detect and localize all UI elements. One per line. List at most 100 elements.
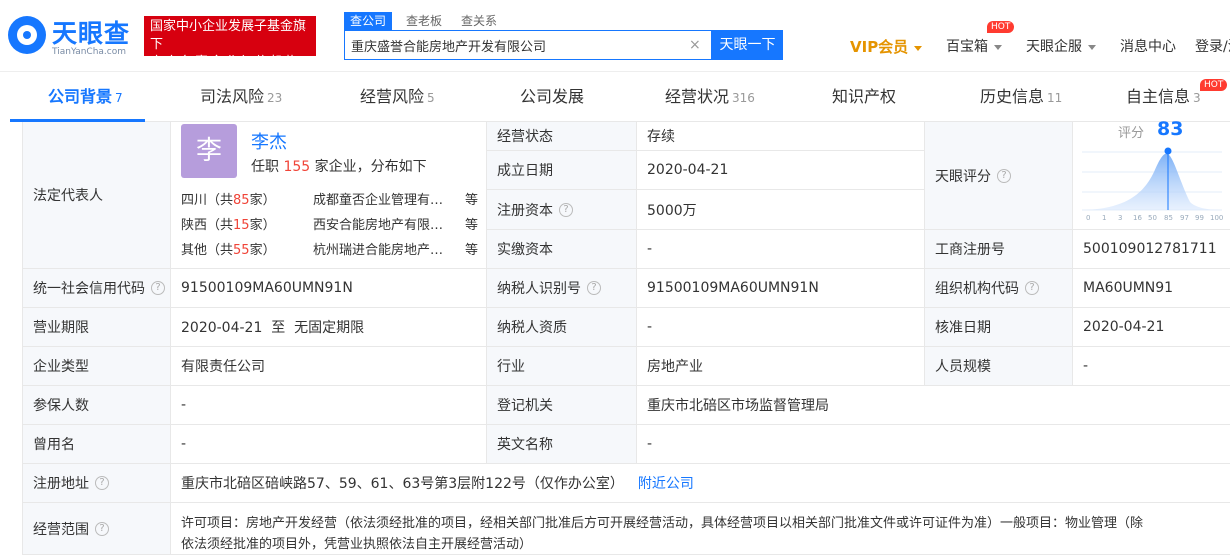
region-company-link[interactable]: 成都童否企业管理有… xyxy=(313,189,443,208)
region-item[interactable]: 陕西（共15家） xyxy=(181,214,276,233)
paid-capital-value: - xyxy=(637,230,925,269)
region-suffix: 家） xyxy=(249,243,276,258)
help-icon[interactable]: ? xyxy=(559,202,573,217)
taxpayer-id-label: 纳税人识别号? xyxy=(487,269,637,308)
term-label: 营业期限 xyxy=(23,308,171,347)
scope-label: 经营范围? xyxy=(23,503,171,555)
help-icon[interactable]: ? xyxy=(587,281,601,295)
founded-value: 2020-04-21 xyxy=(637,151,925,190)
help-icon[interactable]: ? xyxy=(95,476,109,490)
region-item[interactable]: 其他（共55家） xyxy=(181,239,276,258)
login-link[interactable]: 登录/注册 xyxy=(1195,36,1230,56)
region-suffix: 家） xyxy=(249,193,276,208)
tab-operation-risk[interactable]: 经营风险 5 xyxy=(360,72,435,122)
toolbox-menu[interactable]: 百宝箱 xyxy=(946,36,1002,56)
enterprise-menu[interactable]: 天眼企服 xyxy=(1026,36,1096,56)
scope-label-text: 经营范围 xyxy=(33,521,89,538)
tab-intellectual-property[interactable]: 知识产权 xyxy=(832,72,896,122)
summary-suffix: 家企业，分布如下 xyxy=(310,159,427,175)
help-icon[interactable]: ? xyxy=(1025,281,1039,295)
score-axis-label: 100 xyxy=(1210,214,1223,222)
search-button[interactable]: 天眼一下 xyxy=(712,30,783,60)
score-axis-label: 3 xyxy=(1118,214,1122,222)
business-info-table: 法定代表人 李 李杰 任职 155 家企业，分布如下 四川（共85家） 成都童否… xyxy=(22,122,1230,555)
avatar[interactable]: 李 xyxy=(181,124,237,178)
official-badge: 国家中小企业发展子基金旗下 官方备案企业征信机构 xyxy=(144,16,316,70)
tab-count: 316 xyxy=(732,91,755,105)
score-axis-label: 85 xyxy=(1164,214,1173,222)
search-tab-company[interactable]: 查公司 xyxy=(344,12,393,30)
tab-count: 23 xyxy=(267,91,283,105)
tab-count: 5 xyxy=(427,91,435,105)
region-item[interactable]: 四川（共85家） xyxy=(181,189,276,208)
tab-company-development[interactable]: 公司发展 xyxy=(520,72,584,122)
approved-label: 核准日期 xyxy=(925,308,1073,347)
toolbox-hot-badge: HOT xyxy=(987,21,1015,33)
score-axis-label: 97 xyxy=(1180,214,1189,222)
help-icon[interactable]: ? xyxy=(95,521,109,536)
enterprise-label: 天眼企服 xyxy=(1026,39,1082,55)
score-value: 83 xyxy=(1157,118,1184,140)
insured-value: - xyxy=(171,386,487,425)
tab-operation-status[interactable]: 经营状况 316 xyxy=(665,72,755,122)
scope-value: 许可项目：房地产开发经营（依法须经批准的项目，经相关部门批准后方可开展经营活动，… xyxy=(171,503,1230,555)
clear-icon[interactable]: × xyxy=(689,37,701,53)
score-marker-dot xyxy=(1164,147,1172,155)
authority-label: 登记机关 xyxy=(487,386,637,425)
chevron-down-icon xyxy=(1088,44,1096,50)
staff-value: - xyxy=(1073,347,1230,386)
tab-company-background[interactable]: 公司背景 7 xyxy=(48,72,123,122)
score-axis-label: 0 xyxy=(1086,214,1090,222)
score-axis: 0 1 3 16 50 85 97 99 100 xyxy=(1086,214,1223,222)
org-code-label-text: 组织机构代码 xyxy=(935,281,1019,297)
taxpayer-id-label-text: 纳税人识别号 xyxy=(497,281,581,297)
tab-self-info[interactable]: 自主信息 3 xyxy=(1126,72,1201,122)
tab-label: 司法风险 xyxy=(200,87,265,106)
help-icon[interactable]: ? xyxy=(151,281,165,295)
help-icon[interactable]: ? xyxy=(997,168,1011,183)
toolbox-label: 百宝箱 xyxy=(946,39,988,55)
search-tab-relation[interactable]: 查关系 xyxy=(455,12,503,30)
english-name-value: - xyxy=(637,425,1230,464)
score-label-text: 天眼评分 xyxy=(935,168,991,185)
former-name-label: 曾用名 xyxy=(23,425,171,464)
region-company-link[interactable]: 西安合能房地产有限… xyxy=(313,214,443,233)
address-label-text: 注册地址 xyxy=(33,476,89,492)
eye-logo-icon xyxy=(8,16,46,54)
badge-line-2: 官方备案企业征信机构 xyxy=(150,55,301,70)
english-name-label: 英文名称 xyxy=(487,425,637,464)
region-company-link[interactable]: 杭州瑞进合能房地产… xyxy=(313,239,443,258)
tab-label: 知识产权 xyxy=(832,87,897,106)
region-prefix: 四川（共 xyxy=(181,193,234,208)
region-count: 85 xyxy=(233,193,250,208)
messages-link[interactable]: 消息中心 xyxy=(1120,36,1176,56)
company-type-label: 企业类型 xyxy=(23,347,171,386)
search-input[interactable] xyxy=(351,31,681,59)
search-tab-boss[interactable]: 查老板 xyxy=(400,12,448,30)
chevron-down-icon xyxy=(914,45,923,51)
search-box: × xyxy=(344,30,712,60)
tab-label: 公司背景 xyxy=(48,87,113,106)
score-axis-label: 1 xyxy=(1102,214,1106,222)
score-label: 天眼评分? xyxy=(925,122,1073,230)
tab-count: 7 xyxy=(115,91,123,105)
scope-line: 许可项目：房地产开发经营（依法须经批准的项目，经相关部门批准后方可开展经营活动，… xyxy=(181,516,1144,531)
org-code-label: 组织机构代码? xyxy=(925,269,1073,308)
summary-count: 155 xyxy=(283,159,311,175)
paid-capital-label: 实缴资本 xyxy=(487,230,637,269)
industry-label: 行业 xyxy=(487,347,637,386)
tab-count: 3 xyxy=(1193,91,1201,105)
site-logo[interactable]: 天眼查 TianYanCha.com xyxy=(8,14,136,60)
top-header: 天眼查 TianYanCha.com 国家中小企业发展子基金旗下 官方备案企业征… xyxy=(0,0,1230,72)
legal-rep-name[interactable]: 李杰 xyxy=(251,128,287,154)
tab-judicial-risk[interactable]: 司法风险 23 xyxy=(200,72,282,122)
vip-menu[interactable]: VIP会员 xyxy=(850,36,923,57)
tab-history[interactable]: 历史信息 11 xyxy=(980,72,1062,122)
credit-code-value: 91500109MA60UMN91N xyxy=(171,269,487,308)
staff-label: 人员规模 xyxy=(925,347,1073,386)
nearby-companies-link[interactable]: 附近公司 xyxy=(638,473,694,493)
tab-label: 经营状况 xyxy=(665,87,730,106)
reg-no-label: 工商注册号 xyxy=(925,230,1073,269)
credit-code-label-text: 统一社会信用代码 xyxy=(33,281,145,297)
tab-label: 公司发展 xyxy=(520,87,585,106)
